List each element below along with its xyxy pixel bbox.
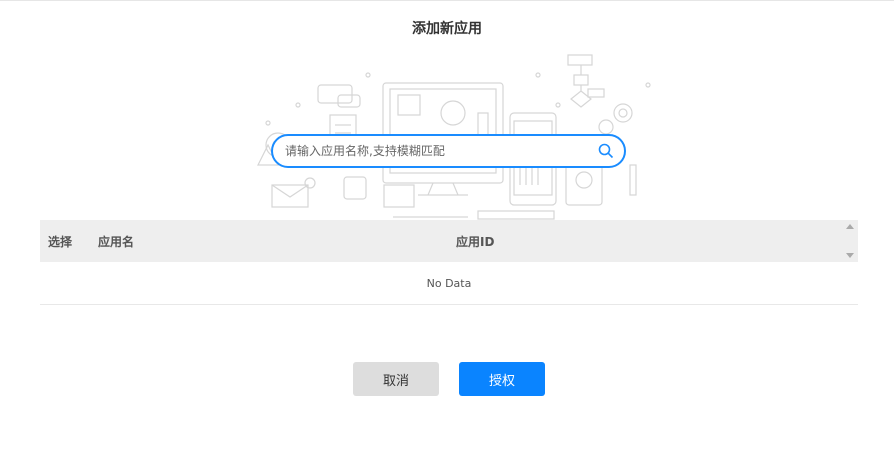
empty-state: No Data: [40, 262, 858, 305]
search-box: [271, 134, 626, 168]
table-header: 选择 应用名 应用ID: [40, 220, 858, 262]
table-scrollbar[interactable]: [842, 220, 858, 262]
cancel-button[interactable]: 取消: [353, 362, 439, 396]
add-app-dialog: 添加新应用 请输入应用名称,支持模糊匹配 选择 应用名 应用ID No Data…: [0, 0, 894, 449]
app-table: 选择 应用名 应用ID No Data: [40, 220, 858, 305]
scroll-up-icon[interactable]: [846, 224, 854, 229]
column-header-select: 选择: [48, 234, 73, 249]
column-header-app-id: 应用ID: [456, 234, 495, 249]
authorize-button[interactable]: 授权: [459, 362, 545, 396]
search-icon[interactable]: [588, 136, 624, 166]
scroll-down-icon[interactable]: [846, 253, 854, 258]
search-input[interactable]: [273, 137, 588, 165]
column-header-app-name: 应用名: [98, 234, 135, 249]
dialog-title: 添加新应用: [412, 21, 482, 37]
